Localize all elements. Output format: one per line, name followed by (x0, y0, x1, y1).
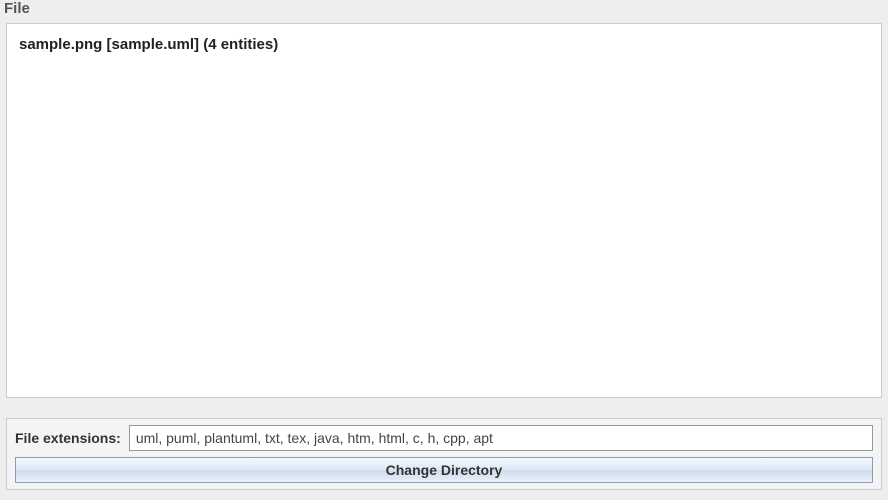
change-directory-button[interactable]: Change Directory (15, 457, 873, 483)
bottom-panel: File extensions: Change Directory (6, 418, 882, 490)
section-title: File (0, 0, 888, 23)
file-extensions-input[interactable] (129, 425, 873, 451)
file-list-panel: sample.png [sample.uml] (4 entities) (6, 23, 882, 398)
file-extensions-label: File extensions: (15, 430, 121, 446)
file-list-item[interactable]: sample.png [sample.uml] (4 entities) (19, 36, 869, 53)
